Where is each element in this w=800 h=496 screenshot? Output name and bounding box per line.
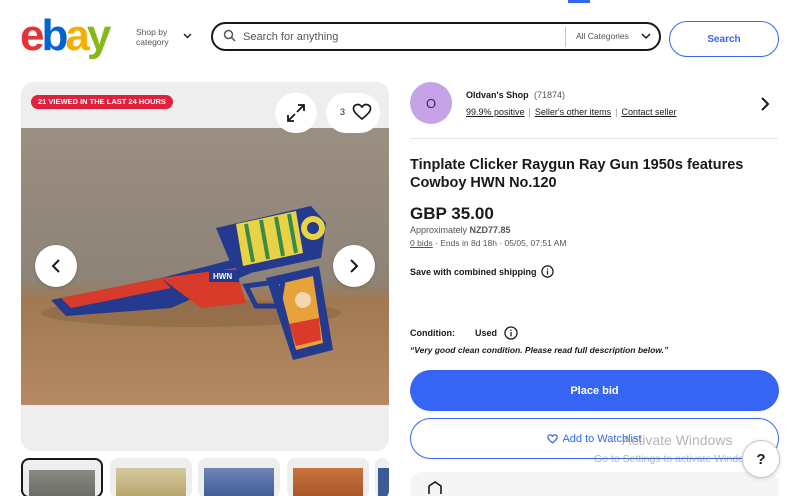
divider (410, 138, 778, 139)
condition-label: Condition: (410, 328, 455, 338)
search-input[interactable] (243, 28, 563, 46)
place-bid-button[interactable]: Place bid (410, 370, 779, 411)
chevron-right-icon (350, 259, 359, 273)
image-gallery: HWN 21 VIEWED IN THE LAST 24 HOURS 3 (21, 82, 389, 451)
seller-feedback-count: (71874) (534, 90, 566, 100)
bid-info: 0 bids · Ends in 8d 18h · 05/05, 07:51 A… (410, 238, 567, 248)
info-icon[interactable] (504, 326, 518, 340)
contact-seller-link[interactable]: Contact seller (621, 107, 676, 117)
condition-description: “Very good clean condition. Please read … (410, 345, 669, 355)
logo-letter-a: a (65, 11, 90, 60)
gun-plate-text: HWN (213, 272, 232, 281)
top-nav-highlight (568, 0, 590, 3)
condition-row: Condition: Used (410, 326, 518, 340)
end-date: 05/05, 07:51 AM (504, 238, 567, 248)
shipping-label: Save with combined shipping (410, 266, 537, 277)
link-separator: | (615, 107, 618, 117)
search-button[interactable]: Search (669, 21, 779, 57)
thumbnail-strip (21, 458, 389, 496)
thumbnail[interactable] (287, 458, 369, 496)
activate-windows-title: Activate Windows (622, 432, 733, 448)
thumbnail[interactable] (21, 458, 103, 496)
item-price: GBP 35.00 (410, 204, 494, 223)
approx-price: Approximately NZD77.85 (410, 225, 511, 235)
seller-name[interactable]: Oldvan's Shop (466, 90, 529, 100)
chevron-down-icon[interactable] (641, 33, 651, 40)
expand-icon (287, 104, 305, 122)
item-title: Tinplate Clicker Raygun Ray Gun 1950s fe… (410, 157, 744, 191)
seller-other-items-link[interactable]: Seller's other items (535, 107, 611, 117)
logo-letter-y: y (86, 11, 112, 60)
shop-by-label-line1: Shop by (136, 27, 168, 37)
shop-by-category-button[interactable]: Shop by category (136, 27, 169, 47)
bids-link[interactable]: 0 bids (410, 238, 433, 248)
help-button[interactable]: ? (742, 440, 780, 478)
approx-label: Approximately (410, 225, 468, 235)
heart-icon (352, 103, 372, 121)
search-divider (565, 27, 566, 47)
ebay-logo[interactable]: ebay (20, 11, 112, 60)
seller-card[interactable]: O Oldvan's Shop (71874) 99.9% positive | S… (410, 82, 778, 138)
heart-icon (547, 433, 559, 444)
chevron-right-icon[interactable] (760, 96, 770, 112)
category-select[interactable]: All Categories (576, 31, 629, 41)
activate-windows-subtitle: Go to Settings to activate Windows. (594, 453, 760, 465)
info-icon[interactable] (540, 265, 554, 278)
link-separator: | (528, 107, 531, 117)
search-bar: All Categories (211, 22, 661, 51)
watch-count: 3 (340, 107, 346, 117)
expand-image-button[interactable] (275, 93, 317, 133)
viewed-badge: 21 VIEWED IN THE LAST 24 HOURS (31, 95, 173, 109)
seller-positive-link[interactable]: 99.9% positive (466, 107, 525, 117)
previous-image-button[interactable] (35, 245, 77, 287)
ends-in: Ends in 8d 18h (440, 238, 497, 248)
tag-icon (428, 481, 442, 494)
watch-count-button[interactable]: 3 (326, 93, 380, 133)
next-image-button[interactable] (333, 245, 375, 287)
condition-value: Used (474, 328, 497, 338)
chevron-down-icon[interactable] (183, 33, 192, 39)
logo-letter-e: e (20, 11, 45, 60)
avatar: O (410, 82, 452, 124)
approx-value: NZD77.85 (469, 225, 511, 235)
thumbnail[interactable] (375, 458, 389, 496)
thumbnail[interactable] (110, 458, 192, 496)
chevron-left-icon (51, 259, 60, 273)
search-icon (223, 29, 236, 42)
combined-shipping: Save with combined shipping (410, 265, 554, 278)
seller-links: 99.9% positive | Seller's other items | Cont… (466, 107, 681, 117)
logo-letter-b: b (41, 11, 68, 60)
info-card (410, 472, 779, 496)
thumbnail[interactable] (198, 458, 280, 496)
shop-by-label-line2: category (136, 37, 169, 47)
